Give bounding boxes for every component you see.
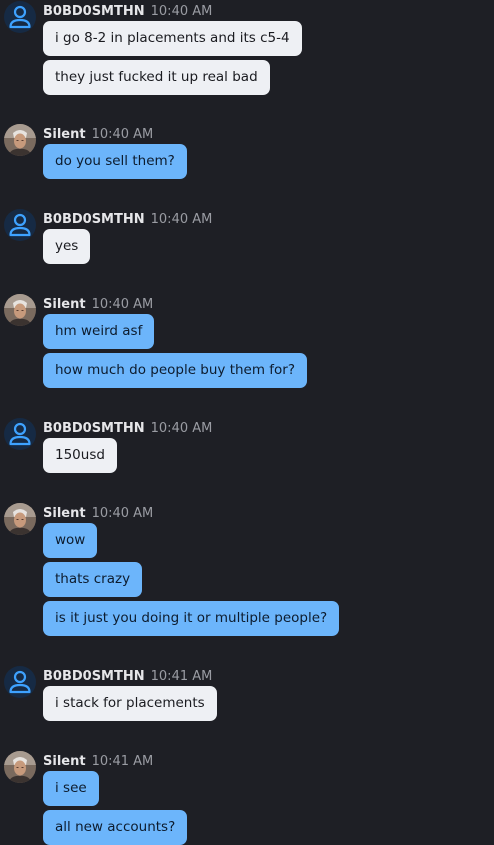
- message-bubbles: yes: [43, 229, 91, 268]
- message-timestamp: 10:40 AM: [91, 127, 154, 142]
- sender-name[interactable]: Silent: [43, 754, 86, 769]
- message-timestamp: 10:41 AM: [91, 754, 154, 769]
- message-header: B0BD0SMTHN 10:40 AM: [43, 209, 212, 227]
- message-bubbles: 150usd: [43, 438, 117, 477]
- default-user-icon[interactable]: [4, 666, 36, 698]
- message-bubble[interactable]: i go 8-2 in placements and its c5-4: [43, 21, 302, 56]
- chat-message-list[interactable]: B0BD0SMTHN 10:40 AM i go 8-2 in placement…: [0, 0, 494, 845]
- message-bubble[interactable]: thats crazy: [43, 562, 143, 597]
- message-header: Silent 10:40 AM: [43, 124, 153, 142]
- message-bubble[interactable]: 150usd: [43, 438, 117, 473]
- message-header: B0BD0SMTHN 10:40 AM: [43, 1, 212, 19]
- message-timestamp: 10:40 AM: [150, 4, 213, 19]
- message-bubbles: i stack for placements: [43, 686, 217, 725]
- profile-photo[interactable]: [4, 124, 36, 156]
- message-bubbles: i go 8-2 in placements and its c5-4 they…: [43, 21, 302, 99]
- message-timestamp: 10:40 AM: [91, 506, 154, 521]
- message-header: Silent 10:40 AM: [43, 294, 153, 312]
- message-bubble[interactable]: hm weird asf: [43, 314, 155, 349]
- message-bubble[interactable]: how much do people buy them for?: [43, 353, 308, 388]
- message-timestamp: 10:41 AM: [150, 669, 213, 684]
- default-user-icon[interactable]: [4, 418, 36, 450]
- profile-photo[interactable]: [4, 294, 36, 326]
- profile-photo[interactable]: [4, 751, 36, 783]
- message-header: B0BD0SMTHN 10:41 AM: [43, 666, 212, 684]
- default-user-icon[interactable]: [4, 209, 36, 241]
- message-bubbles: wow thats crazy is it just you doing it …: [43, 523, 340, 640]
- message-bubbles: hm weird asf how much do people buy them…: [43, 314, 308, 392]
- message-header: B0BD0SMTHN 10:40 AM: [43, 418, 212, 436]
- sender-name[interactable]: B0BD0SMTHN: [43, 421, 145, 436]
- sender-name[interactable]: B0BD0SMTHN: [43, 669, 145, 684]
- sender-name[interactable]: B0BD0SMTHN: [43, 212, 145, 227]
- message-bubble[interactable]: do you sell them?: [43, 144, 187, 179]
- sender-name[interactable]: Silent: [43, 506, 86, 521]
- message-timestamp: 10:40 AM: [150, 421, 213, 436]
- message-bubbles: do you sell them?: [43, 144, 187, 183]
- sender-name[interactable]: Silent: [43, 297, 86, 312]
- message-header: Silent 10:40 AM: [43, 503, 153, 521]
- sender-name[interactable]: Silent: [43, 127, 86, 142]
- message-bubble[interactable]: i see: [43, 771, 99, 806]
- profile-photo[interactable]: [4, 503, 36, 535]
- message-bubble[interactable]: is it just you doing it or multiple peop…: [43, 601, 340, 636]
- message-bubble[interactable]: yes: [43, 229, 91, 264]
- message-timestamp: 10:40 AM: [91, 297, 154, 312]
- sender-name[interactable]: B0BD0SMTHN: [43, 4, 145, 19]
- message-header: Silent 10:41 AM: [43, 751, 153, 769]
- message-bubble[interactable]: they just fucked it up real bad: [43, 60, 270, 95]
- default-user-icon[interactable]: [4, 1, 36, 33]
- message-timestamp: 10:40 AM: [150, 212, 213, 227]
- message-bubble[interactable]: i stack for placements: [43, 686, 217, 721]
- message-bubble[interactable]: all new accounts?: [43, 810, 188, 845]
- message-bubble[interactable]: wow: [43, 523, 98, 558]
- message-bubbles: i see all new accounts?: [43, 771, 188, 845]
